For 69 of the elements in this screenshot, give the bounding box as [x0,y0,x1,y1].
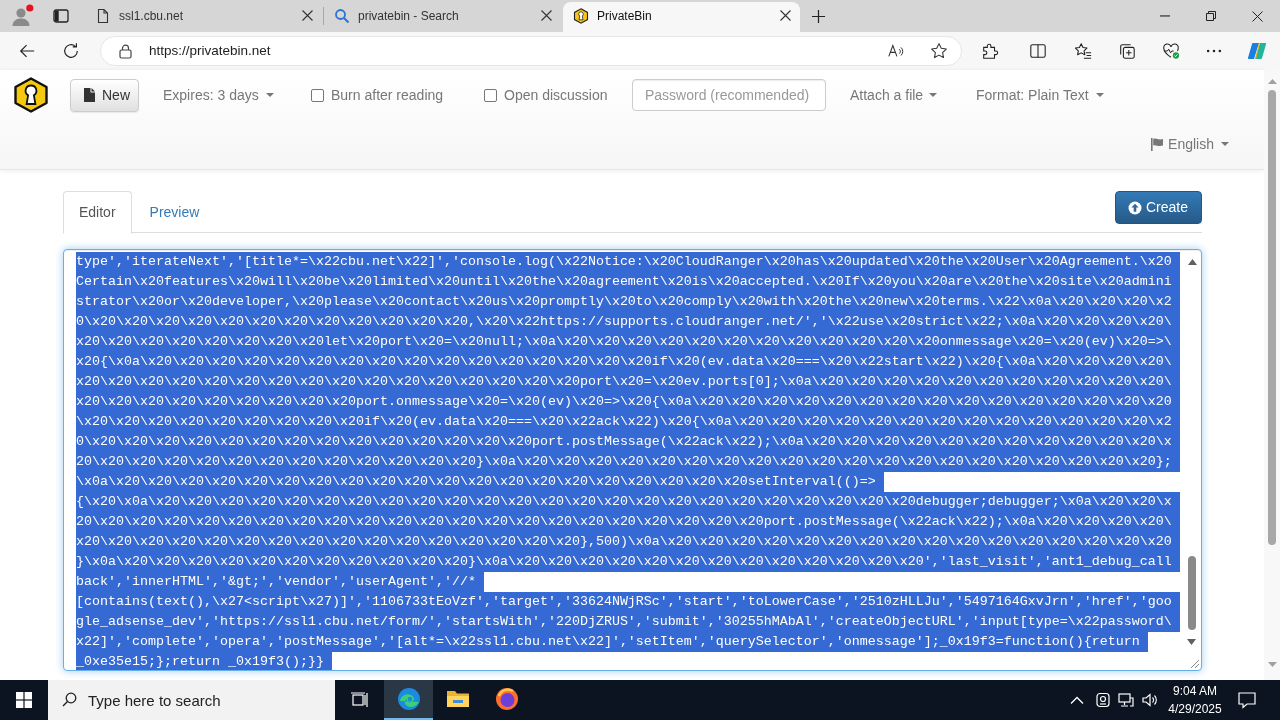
language-dropdown[interactable]: English [1151,134,1229,154]
expiration-dropdown[interactable]: Expires: 3 days [163,84,274,106]
caret-icon [929,93,938,97]
scroll-up-arrow-icon[interactable] [1188,259,1197,265]
editor-tab[interactable]: Editor [63,191,132,234]
format-dropdown[interactable]: Format: Plain Text [976,84,1104,106]
close-icon[interactable] [780,10,791,21]
search-icon [62,692,77,707]
puzzle-icon[interactable] [981,42,999,60]
read-aloud-icon[interactable] [887,42,905,60]
checkbox-label[interactable]: Burn after reading [331,84,444,106]
scrollbar-thumb[interactable] [1268,90,1276,545]
new-button[interactable]: New [70,78,139,112]
folder-icon [445,689,470,709]
file-icon [84,88,95,102]
clock-date[interactable]: 4/29/2025 [1168,700,1222,718]
browser-tab[interactable]: privatebin - Search [324,2,561,32]
network-icon[interactable] [1118,692,1134,708]
swirl-icon [396,687,421,711]
taskbar-search-field[interactable]: Type here to search [48,680,335,720]
speaker-icon[interactable] [1142,692,1158,708]
close-icon[interactable] [302,10,313,21]
new-tab-icon[interactable] [811,8,826,24]
editor-tab[interactable]: Preview [133,191,216,233]
chevron-up-icon[interactable] [1070,696,1084,704]
camera-icon[interactable] [1095,692,1111,708]
back-icon[interactable] [18,42,36,60]
browser-tab[interactable]: ssl1.cbu.net [85,2,322,32]
paste-textarea[interactable] [63,249,1202,671]
password-field[interactable]: Password (recommended) [632,79,826,111]
attach-file-dropdown[interactable]: Attach a file [850,84,938,106]
flame-globe-icon [494,687,519,711]
heart-pulse-icon[interactable] [1162,42,1180,60]
notification-icon[interactable] [1238,691,1256,709]
arrow-circle-up-icon [1128,200,1142,215]
resize-grip-icon[interactable] [1189,658,1200,669]
task-view-icon[interactable] [350,692,369,708]
keyhole-logo-icon[interactable] [14,77,48,113]
checkbox-label[interactable]: Open discussion [504,84,608,106]
clock-time[interactable]: 9:04 AM [1173,682,1217,700]
taskbar-app-button[interactable] [384,680,433,720]
checkbox[interactable] [484,88,497,102]
caret-icon [1095,93,1104,97]
favorites-icon[interactable] [1074,42,1092,60]
search-icon [334,7,350,24]
lock-icon[interactable] [119,43,132,59]
collections-icon[interactable] [1118,42,1136,60]
star-icon[interactable] [930,42,948,60]
windows-logo-icon[interactable] [16,692,32,708]
refresh-icon[interactable] [62,42,80,60]
keyhole-icon [573,7,589,24]
document-icon [95,7,111,24]
create-button[interactable]: Create [1115,191,1202,224]
split-screen-icon[interactable] [1029,42,1047,60]
caret-icon [1221,142,1229,146]
url-text[interactable]: https://privatebin.net [149,40,271,62]
close-icon[interactable] [541,10,552,21]
scrollbar-thumb[interactable] [1188,556,1196,630]
caret-icon [265,93,274,97]
checkbox[interactable] [311,88,324,102]
browser-tab[interactable]: PrivateBin [563,2,800,32]
assistant-logo-icon[interactable] [1247,41,1267,61]
close-window-icon[interactable] [1251,10,1263,22]
profile-icon[interactable] [10,4,34,28]
tab-actions-icon[interactable] [53,8,69,24]
flag-icon [1151,137,1164,151]
restore-icon[interactable] [1206,11,1216,21]
address-bar[interactable]: https://privatebin.net [100,36,962,66]
scroll-down-arrow-icon[interactable] [1187,639,1196,645]
